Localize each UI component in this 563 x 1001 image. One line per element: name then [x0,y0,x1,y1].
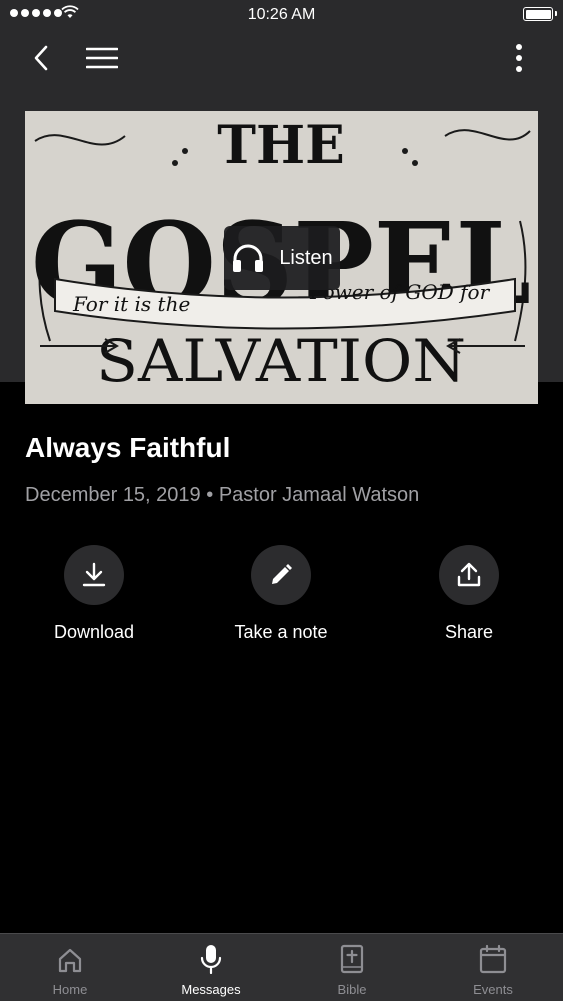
download-icon [82,562,106,587]
listen-label: Listen [279,246,333,269]
tab-bible[interactable]: Bible [282,934,422,1001]
pencil-icon [272,564,292,584]
tab-events[interactable]: Events [423,934,563,1001]
bible-icon [340,944,364,974]
home-icon [58,948,82,973]
tab-home-label: Home [52,982,88,997]
listen-button[interactable]: Listen [224,226,340,290]
more-vertical-icon [516,44,522,72]
artwork-word-the: THE [217,115,344,176]
tab-bible-label: Bible [337,982,367,997]
microphone-icon [200,945,222,974]
tab-messages[interactable]: Messages [141,934,281,1001]
take-note-button[interactable]: Take a note [201,545,361,643]
share-icon [457,562,481,587]
message-meta: December 15, 2019 • Pastor Jamaal Watson [25,484,419,507]
calendar-icon [479,944,507,974]
back-button[interactable] [21,38,61,78]
message-date: December 15, 2019 [25,484,201,506]
artwork-banner-left: For it is the [72,292,190,316]
navigation-bar [0,30,563,86]
tab-bar: Home Messages Bible Events [0,933,563,1001]
message-title: Always Faithful [25,432,231,463]
meta-separator: • [206,484,214,506]
download-button[interactable]: Download [14,545,174,643]
menu-button[interactable] [82,38,122,78]
download-label: Download [53,622,135,642]
take-note-label: Take a note [234,622,328,642]
message-speaker: Pastor Jamaal Watson [218,484,420,506]
more-options-button[interactable] [499,38,539,78]
status-bar: 10:26 AM [0,0,563,30]
chevron-left-icon [34,45,48,71]
share-button[interactable]: Share [389,545,549,643]
hamburger-menu-icon [86,47,118,69]
tab-events-label: Events [473,982,513,997]
tab-home[interactable]: Home [0,934,140,1001]
artwork-word-salvation: SALVATION [96,327,466,395]
headphones-icon [233,244,264,272]
share-label: Share [444,622,494,642]
tab-messages-label: Messages [181,982,241,997]
battery-icon [523,7,557,21]
status-time: 10:26 AM [247,6,316,23]
